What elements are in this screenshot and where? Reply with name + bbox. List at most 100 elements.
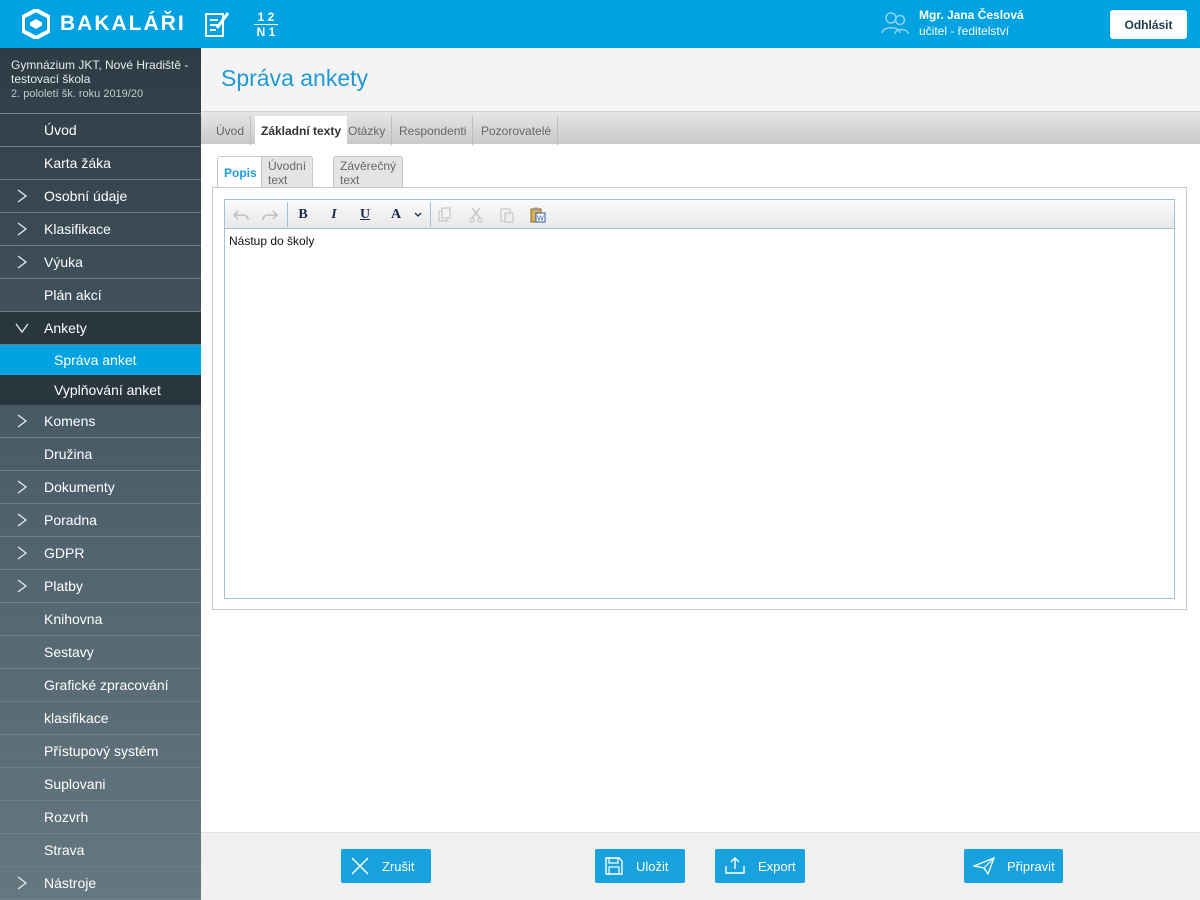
school-info: Gymnázium JKT, Nové Hradiště - testovací… [0, 48, 201, 114]
grades-icon-top: 1 2 [257, 10, 275, 24]
undo-icon[interactable] [229, 204, 253, 226]
sidebar-item-label: Přístupový systém [44, 743, 159, 759]
grades-icon[interactable]: 1 2 N 1 [254, 11, 278, 38]
sidebar-item-label: Strava [44, 842, 85, 858]
sidebar-item-pristupovy-system[interactable]: Přístupový systém [0, 735, 201, 768]
sidebar-item-uvod[interactable]: Úvod [0, 114, 201, 147]
sidebar-item-label: Nástroje [44, 875, 97, 891]
sidebar-item-label: Poradna [44, 512, 97, 528]
chevron-right-icon [17, 513, 28, 527]
chevron-right-icon [17, 579, 28, 593]
sidebar-item-label: klasifikace [44, 710, 109, 726]
font-color-button[interactable]: A [384, 204, 408, 226]
sidebar-subitem-sprava-anket[interactable]: Správa anket [0, 345, 201, 375]
sidebar-item-label: Úvod [44, 122, 77, 138]
sidebar-item-plan-akci[interactable]: Plán akcí [0, 279, 201, 312]
sidebar-item-label: Suplovani [44, 776, 106, 792]
sidebar-item-komens[interactable]: Komens [0, 405, 201, 438]
sidebar-item-karta-zaka[interactable]: Karta žáka [0, 147, 201, 180]
logout-button[interactable]: Odhlásit [1110, 10, 1187, 39]
save-button[interactable]: Uložit [595, 849, 685, 883]
sidebar-item-dokumenty[interactable]: Dokumenty [0, 471, 201, 504]
sidebar-item-label: Osobní údaje [44, 188, 128, 204]
chevron-down-icon[interactable] [411, 204, 425, 226]
save-label: Uložit [636, 858, 669, 874]
italic-button[interactable]: I [322, 204, 346, 226]
sidebar-item-knihovna[interactable]: Knihovna [0, 603, 201, 636]
prepare-button[interactable]: Připravit [964, 849, 1063, 883]
tab-uvod[interactable]: Úvod [210, 116, 252, 145]
top-bar: BAKALÁŘI 1 2 N 1 Mgr. Jana Česlová učite… [0, 0, 1200, 48]
sidebar-subitem-vyplnovani-anket[interactable]: Vyplňování anket [0, 375, 201, 405]
prepare-label: Připravit [1007, 858, 1055, 874]
sidebar-item-label: Platby [44, 578, 83, 594]
sidebar-item-label: Ankety [44, 320, 87, 336]
tab-pozorovatele[interactable]: Pozorovatelé [475, 116, 559, 145]
sidebar-item-label: Knihovna [44, 611, 103, 627]
sidebar-item-strava[interactable]: Strava [0, 834, 201, 867]
sidebar-item-vyuka[interactable]: Výuka [0, 246, 201, 279]
logo-icon [22, 9, 50, 39]
chevron-right-icon [17, 414, 28, 428]
sidebar-item-sestavy[interactable]: Sestavy [0, 636, 201, 669]
upload-icon [725, 857, 745, 874]
sidebar-item-klasifikace[interactable]: klasifikace [0, 702, 201, 735]
chevron-right-icon [17, 876, 28, 890]
sidebar: Gymnázium JKT, Nové Hradiště - testovací… [0, 48, 201, 900]
close-icon [351, 857, 369, 875]
tab-zakladni-texty[interactable]: Základní texty [255, 116, 348, 145]
sidebar-item-poradna[interactable]: Poradna [0, 504, 201, 537]
editor-content[interactable]: Nástup do školy [229, 234, 314, 248]
subtab-popis[interactable]: Popis [217, 156, 264, 188]
tab-otazky[interactable]: Otázky [342, 116, 393, 145]
sidebar-item-graficke-zpracovani[interactable]: Grafické zpracování [0, 669, 201, 702]
sidebar-item-label: Klasifikace [44, 221, 111, 237]
sidebar-item-label: Karta žáka [44, 155, 111, 171]
tab-respondenti[interactable]: Respondenti [393, 116, 474, 145]
sidebar-item-label: Výuka [44, 254, 83, 270]
sidebar-item-label: Grafické zpracování [44, 677, 169, 693]
chevron-right-icon [17, 222, 28, 236]
sidebar-item-druzina[interactable]: Družina [0, 438, 201, 471]
chevron-down-icon [15, 323, 29, 334]
sidebar-item-ankety[interactable]: Ankety [0, 312, 201, 345]
export-button[interactable]: Export [715, 849, 805, 883]
bold-button[interactable]: B [291, 204, 315, 226]
school-term: 2. pololetí šk. roku 2019/20 [11, 88, 144, 100]
export-label: Export [758, 858, 796, 874]
page-title: Správa ankety [221, 65, 369, 91]
sidebar-item-suplovani[interactable]: Suplovani [0, 768, 201, 801]
sidebar-menu: Úvod Karta žáka Osobní údaje Klasifikace Výu… [0, 114, 201, 900]
sidebar-item-label: Plán akcí [44, 287, 102, 303]
sidebar-item-label: GDPR [44, 545, 85, 561]
paste-icon[interactable] [495, 204, 519, 226]
grades-icon-bottom: N 1 [256, 25, 276, 39]
sidebar-item-rozvrh[interactable]: Rozvrh [0, 801, 201, 834]
sidebar-item-nastroje[interactable]: Nástroje [0, 867, 201, 900]
chevron-right-icon [17, 255, 28, 269]
subtab-uvodni-text[interactable]: Úvodní text [261, 156, 314, 188]
svg-text:W: W [537, 215, 544, 223]
cancel-label: Zrušit [382, 858, 415, 874]
cancel-button[interactable]: Zrušit [341, 849, 431, 883]
paste-from-word-icon[interactable]: W [526, 204, 550, 226]
rich-text-editor: B I U A W Nástup do školy [224, 199, 1175, 599]
redo-icon[interactable] [258, 204, 282, 226]
sidebar-item-label: Dokumenty [44, 479, 115, 495]
underline-button[interactable]: U [353, 204, 377, 226]
chevron-right-icon [17, 189, 28, 203]
tab-bar: Úvod Základní texty Otázky Respondenti P… [201, 111, 1200, 145]
user-name: Mgr. Jana Česlová [919, 8, 1024, 22]
sidebar-item-platby[interactable]: Platby [0, 570, 201, 603]
logo[interactable]: BAKALÁŘI [22, 9, 186, 39]
editor-toolbar: B I U A W [225, 200, 1174, 229]
subtab-zaverecny-text[interactable]: Závěrečný text [333, 156, 404, 188]
notebook-edit-icon[interactable] [204, 10, 230, 38]
cut-icon[interactable] [464, 204, 488, 226]
sidebar-item-klasifikace[interactable]: Klasifikace [0, 213, 201, 246]
sidebar-item-gdpr[interactable]: GDPR [0, 537, 201, 570]
users-icon [881, 12, 909, 35]
sidebar-item-osobni-udaje[interactable]: Osobní údaje [0, 180, 201, 213]
chevron-right-icon [17, 480, 28, 494]
copy-icon[interactable] [433, 204, 457, 226]
